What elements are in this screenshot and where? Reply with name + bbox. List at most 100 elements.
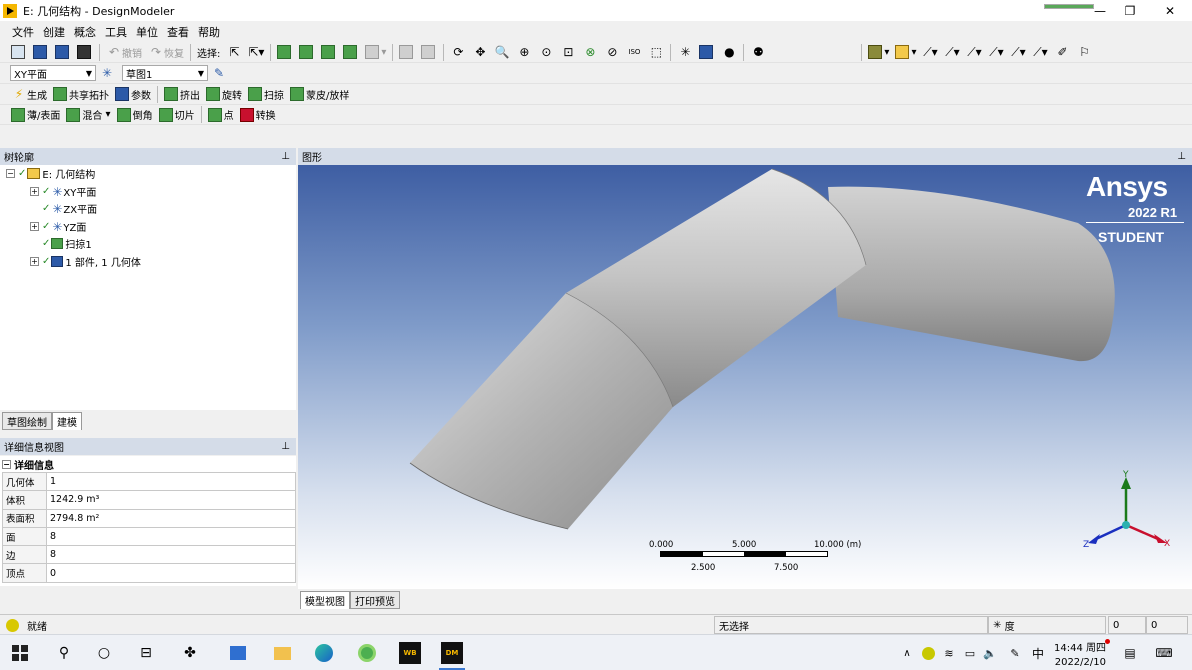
blend-button[interactable]: 混合 ▾	[63, 105, 113, 124]
slice-button[interactable]: 切片	[156, 105, 198, 124]
conversion-button[interactable]: 转换	[237, 105, 279, 124]
task-view-icon[interactable]: ⊟	[136, 643, 156, 663]
redo-button[interactable]: ↷ 恢复	[145, 43, 187, 62]
chrome-icon[interactable]	[357, 643, 377, 663]
designmodeler-taskbar-icon[interactable]: DM	[441, 642, 463, 664]
new-button[interactable]	[8, 43, 30, 62]
expand-icon[interactable]: +	[30, 222, 39, 231]
notification-icon[interactable]: ▤	[1120, 643, 1140, 663]
file-explorer-icon[interactable]	[272, 643, 292, 663]
workbench-icon[interactable]: WB	[399, 642, 421, 664]
menu-concept[interactable]: 概念	[74, 24, 96, 40]
tree-root[interactable]: − ✓ E: 几何结构	[6, 165, 95, 182]
select-bodies-button[interactable]	[340, 43, 362, 62]
tree-item-parts[interactable]: + ✓ 1 部件, 1 几何体	[30, 253, 141, 270]
windows-start-icon[interactable]	[10, 643, 30, 663]
plane-combo[interactable]: XY平面 ▼	[10, 65, 96, 81]
close-button[interactable]: ✕	[1152, 0, 1188, 21]
rotate-button[interactable]: ⟳	[447, 43, 469, 62]
extrude-button[interactable]: 挤出	[161, 85, 203, 104]
menu-view[interactable]: 查看	[167, 24, 189, 40]
skin-loft-button[interactable]: 蒙皮/放样	[287, 85, 352, 104]
share-topology-button[interactable]: 共享拓扑	[50, 85, 112, 104]
select-mode-button[interactable]: ⇱	[223, 43, 245, 62]
extend-selection-button[interactable]: ▾	[362, 43, 389, 62]
chevron-up-icon[interactable]: ∧	[897, 643, 917, 663]
pen-icon[interactable]: ✎	[1005, 643, 1025, 663]
look-at-button[interactable]: ⬚	[645, 43, 667, 62]
tree-item-yz-plane[interactable]: + ✓ ✳ YZ面	[30, 218, 86, 235]
box-zoom-button[interactable]: ⊙	[535, 43, 557, 62]
display-points-button[interactable]: ●	[718, 43, 740, 62]
edge-style-1-button[interactable]: ⟋▾	[919, 43, 941, 62]
display-model-button[interactable]	[696, 43, 718, 62]
volume-icon[interactable]: 🔈	[980, 643, 1000, 663]
menu-units[interactable]: 单位	[136, 24, 158, 40]
triad-button[interactable]: ✳	[674, 43, 696, 62]
ime-indicator[interactable]: 中	[1028, 643, 1048, 663]
zoom-fit-button[interactable]: ⊡	[557, 43, 579, 62]
collapse-icon[interactable]: −	[6, 169, 15, 178]
edge-style-3-button[interactable]: ⟋▾	[963, 43, 985, 62]
search-icon[interactable]: ⚲	[54, 643, 74, 663]
zoom-in-button[interactable]: ⊕	[513, 43, 535, 62]
tab-print-preview[interactable]: 打印预览	[350, 591, 400, 609]
tray-app-icon[interactable]	[918, 643, 938, 663]
edge-style-2-button[interactable]: ⟋▾	[941, 43, 963, 62]
keyboard-icon[interactable]: ⌨	[1154, 643, 1174, 663]
pipe-segment-right[interactable]	[828, 186, 1115, 362]
edge-style-4-button[interactable]: ⟋▾	[985, 43, 1007, 62]
chamfer-button[interactable]: 倒角	[114, 105, 156, 124]
sketch-combo[interactable]: 草图1 ▼	[122, 65, 208, 81]
flag-button[interactable]: ⚐	[1073, 43, 1095, 62]
tab-sketching[interactable]: 草图绘制	[2, 412, 52, 430]
clock[interactable]: 14:44 周四 2022/2/10	[1050, 639, 1106, 668]
pin-tool-button[interactable]: ✐	[1051, 43, 1073, 62]
named-views-button[interactable]: ⚉	[747, 43, 769, 62]
edge-style-6-button[interactable]: ⟋▾	[1029, 43, 1051, 62]
menu-tools[interactable]: 工具	[105, 24, 127, 40]
save-as-button[interactable]	[52, 43, 74, 62]
collapse-icon[interactable]: −	[2, 459, 11, 469]
edge-style-5-button[interactable]: ⟋▾	[1007, 43, 1029, 62]
tab-modeling[interactable]: 建模	[52, 412, 82, 430]
iso-view-button[interactable]: ISO	[623, 43, 645, 62]
tab-model-view[interactable]: 模型视图	[300, 591, 350, 609]
pin-icon[interactable]: ⊥	[281, 151, 290, 162]
new-plane-button[interactable]: ✳	[96, 64, 118, 83]
select-edges-button[interactable]	[296, 43, 318, 62]
expand-icon[interactable]: +	[30, 257, 39, 266]
cortana-icon[interactable]: ○	[94, 643, 114, 663]
magnifier-button[interactable]: ⊘	[601, 43, 623, 62]
wifi-icon[interactable]: ≋	[939, 643, 959, 663]
select-filter-button[interactable]: ⇱▾	[245, 43, 267, 62]
menu-create[interactable]: 创建	[43, 24, 65, 40]
expand-icon[interactable]: +	[30, 187, 39, 196]
menu-file[interactable]: 文件	[12, 24, 34, 40]
restore-button[interactable]: ❐	[1112, 0, 1148, 21]
generate-button[interactable]: ⚡ 生成	[8, 85, 50, 104]
face-color-button[interactable]: ▾	[865, 43, 892, 62]
tree-item-zx-plane[interactable]: ✓ ✳ ZX平面	[42, 200, 97, 217]
parameters-button[interactable]: 参数	[112, 85, 154, 104]
ansys-icon[interactable]: ✤	[180, 643, 200, 663]
select-points-button[interactable]	[274, 43, 296, 62]
menu-help[interactable]: 帮助	[198, 24, 220, 40]
tree-item-xy-plane[interactable]: + ✓ ✳ XY平面	[30, 183, 96, 200]
thin-surface-button[interactable]: 薄/表面	[8, 105, 63, 124]
battery-icon[interactable]: ▭	[960, 643, 980, 663]
edge-icon[interactable]	[314, 643, 334, 663]
point-button[interactable]: 点	[205, 105, 237, 124]
revolve-button[interactable]: 旋转	[203, 85, 245, 104]
zoom-button[interactable]: 🔍	[491, 43, 513, 62]
select-faces-button[interactable]	[318, 43, 340, 62]
sweep-button[interactable]: 扫掠	[245, 85, 287, 104]
zoom-to-fit-button[interactable]: ⊗	[579, 43, 601, 62]
graphics-viewport[interactable]: Ansys 2022 R1 STUDENT 0.000 5.000 10.000…	[298, 165, 1192, 589]
new-sketch-button[interactable]: ✎	[208, 64, 230, 83]
pan-button[interactable]: ✥	[469, 43, 491, 62]
pin-icon[interactable]: ⊥	[281, 441, 290, 452]
screenshot-button[interactable]	[74, 43, 96, 62]
box-select-button[interactable]	[396, 43, 418, 62]
undo-button[interactable]: ↶ 撤销	[103, 43, 145, 62]
